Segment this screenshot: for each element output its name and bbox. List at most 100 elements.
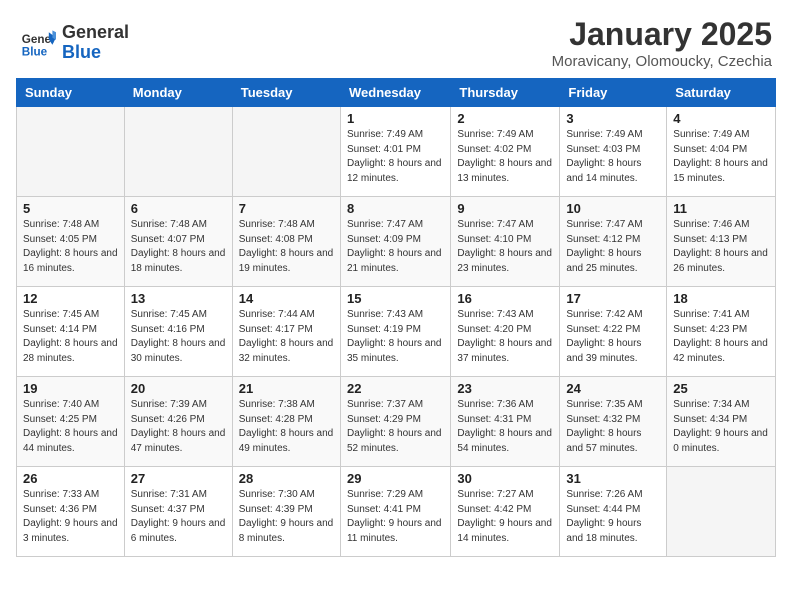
day-cell-13: 13 Sunrise: 7:45 AMSunset: 4:16 PMDayligh… bbox=[124, 287, 232, 377]
day-cell-empty bbox=[17, 107, 125, 197]
weekday-header-saturday: Saturday bbox=[667, 79, 776, 107]
day-cell-18: 18 Sunrise: 7:41 AMSunset: 4:23 PMDayligh… bbox=[667, 287, 776, 377]
week-row-5: 26 Sunrise: 7:33 AMSunset: 4:36 PMDayligh… bbox=[17, 467, 776, 557]
day-cell-20: 20Sunrise: 7:39 AMSunset: 4:26 PMDayligh… bbox=[124, 377, 232, 467]
day-number: 13 bbox=[131, 291, 226, 306]
day-cell-11: 11 Sunrise: 7:46 AMSunset: 4:13 PMDayligh… bbox=[667, 197, 776, 287]
day-number: 16 bbox=[457, 291, 553, 306]
day-cell-27: 27 Sunrise: 7:31 AMSunset: 4:37 PMDayligh… bbox=[124, 467, 232, 557]
day-cell-23: 23Sunrise: 7:36 AMSunset: 4:31 PMDayligh… bbox=[451, 377, 560, 467]
day-cell-empty bbox=[124, 107, 232, 197]
week-row-3: 12Sunrise: 7:45 AMSunset: 4:14 PMDayligh… bbox=[17, 287, 776, 377]
day-number: 28 bbox=[239, 471, 334, 486]
day-number: 15 bbox=[347, 291, 444, 306]
day-info: Sunrise: 7:48 AMSunset: 4:07 PMDaylight:… bbox=[131, 218, 226, 276]
logo-line1: General bbox=[62, 23, 129, 43]
day-cell-10: 10 Sunrise: 7:47 AMSunset: 4:12 PMDayligh… bbox=[560, 197, 667, 287]
day-number: 23 bbox=[457, 381, 553, 396]
day-info: Sunrise: 7:35 AMSunset: 4:32 PMDaylight:… bbox=[566, 398, 660, 456]
day-cell-26: 26 Sunrise: 7:33 AMSunset: 4:36 PMDayligh… bbox=[17, 467, 125, 557]
day-info: Sunrise: 7:46 AMSunset: 4:13 PMDaylight:… bbox=[673, 218, 769, 276]
day-number: 5 bbox=[23, 201, 118, 216]
day-info: Sunrise: 7:27 AMSunset: 4:42 PMDaylight:… bbox=[457, 488, 553, 546]
logo-line2: Blue bbox=[62, 43, 129, 63]
day-number: 14 bbox=[239, 291, 334, 306]
day-info: Sunrise: 7:49 AMSunset: 4:04 PMDaylight:… bbox=[673, 128, 769, 186]
day-info: Sunrise: 7:43 AMSunset: 4:20 PMDaylight:… bbox=[457, 308, 553, 366]
day-number: 26 bbox=[23, 471, 118, 486]
day-cell-29: 29 Sunrise: 7:29 AMSunset: 4:41 PMDayligh… bbox=[340, 467, 450, 557]
day-cell-17: 17 Sunrise: 7:42 AMSunset: 4:22 PMDayligh… bbox=[560, 287, 667, 377]
day-info: Sunrise: 7:33 AMSunset: 4:36 PMDaylight:… bbox=[23, 488, 118, 546]
day-number: 1 bbox=[347, 111, 444, 126]
day-cell-2: 2Sunrise: 7:49 AMSunset: 4:02 PMDaylight… bbox=[451, 107, 560, 197]
weekday-header-thursday: Thursday bbox=[451, 79, 560, 107]
day-info: Sunrise: 7:39 AMSunset: 4:26 PMDaylight:… bbox=[131, 398, 226, 456]
day-cell-8: 8 Sunrise: 7:47 AMSunset: 4:09 PMDaylight… bbox=[340, 197, 450, 287]
day-info: Sunrise: 7:34 AMSunset: 4:34 PMDaylight:… bbox=[673, 398, 769, 456]
location-subtitle: Moravicany, Olomoucky, Czechia bbox=[552, 53, 772, 70]
day-info: Sunrise: 7:41 AMSunset: 4:23 PMDaylight:… bbox=[673, 308, 769, 366]
day-cell-1: 1 Sunrise: 7:49 AMSunset: 4:01 PMDaylight… bbox=[340, 107, 450, 197]
day-number: 9 bbox=[457, 201, 553, 216]
day-info: Sunrise: 7:29 AMSunset: 4:41 PMDaylight:… bbox=[347, 488, 444, 546]
day-number: 27 bbox=[131, 471, 226, 486]
week-row-1: 1 Sunrise: 7:49 AMSunset: 4:01 PMDaylight… bbox=[17, 107, 776, 197]
day-number: 10 bbox=[566, 201, 660, 216]
day-cell-31: 31 Sunrise: 7:26 AMSunset: 4:44 PMDayligh… bbox=[560, 467, 667, 557]
day-info: Sunrise: 7:47 AMSunset: 4:12 PMDaylight:… bbox=[566, 218, 660, 276]
day-cell-5: 5 Sunrise: 7:48 AMSunset: 4:05 PMDaylight… bbox=[17, 197, 125, 287]
day-info: Sunrise: 7:49 AMSunset: 4:01 PMDaylight:… bbox=[347, 128, 444, 186]
day-cell-21: 21 Sunrise: 7:38 AMSunset: 4:28 PMDayligh… bbox=[232, 377, 340, 467]
day-info: Sunrise: 7:31 AMSunset: 4:37 PMDaylight:… bbox=[131, 488, 226, 546]
day-cell-25: 25 Sunrise: 7:34 AMSunset: 4:34 PMDayligh… bbox=[667, 377, 776, 467]
day-number: 31 bbox=[566, 471, 660, 486]
day-cell-6: 6 Sunrise: 7:48 AMSunset: 4:07 PMDaylight… bbox=[124, 197, 232, 287]
day-info: Sunrise: 7:45 AMSunset: 4:14 PMDaylight:… bbox=[23, 308, 118, 366]
day-number: 19 bbox=[23, 381, 118, 396]
calendar-wrapper: SundayMondayTuesdayWednesdayThursdayFrid… bbox=[0, 78, 792, 565]
day-number: 22 bbox=[347, 381, 444, 396]
day-number: 17 bbox=[566, 291, 660, 306]
day-info: Sunrise: 7:40 AMSunset: 4:25 PMDaylight:… bbox=[23, 398, 118, 456]
day-cell-3: 3Sunrise: 7:49 AMSunset: 4:03 PMDaylight… bbox=[560, 107, 667, 197]
day-number: 21 bbox=[239, 381, 334, 396]
day-number: 6 bbox=[131, 201, 226, 216]
day-number: 4 bbox=[673, 111, 769, 126]
day-cell-9: 9 Sunrise: 7:47 AMSunset: 4:10 PMDaylight… bbox=[451, 197, 560, 287]
day-number: 30 bbox=[457, 471, 553, 486]
day-info: Sunrise: 7:42 AMSunset: 4:22 PMDaylight:… bbox=[566, 308, 660, 366]
day-info: Sunrise: 7:48 AMSunset: 4:05 PMDaylight:… bbox=[23, 218, 118, 276]
day-info: Sunrise: 7:47 AMSunset: 4:09 PMDaylight:… bbox=[347, 218, 444, 276]
day-number: 24 bbox=[566, 381, 660, 396]
calendar-header: SundayMondayTuesdayWednesdayThursdayFrid… bbox=[17, 79, 776, 107]
day-cell-24: 24 Sunrise: 7:35 AMSunset: 4:32 PMDayligh… bbox=[560, 377, 667, 467]
day-info: Sunrise: 7:47 AMSunset: 4:10 PMDaylight:… bbox=[457, 218, 553, 276]
logo: General Blue General Blue bbox=[20, 23, 129, 63]
page-header: General Blue General Blue January 2025 M… bbox=[0, 0, 792, 78]
day-cell-15: 15Sunrise: 7:43 AMSunset: 4:19 PMDayligh… bbox=[340, 287, 450, 377]
day-cell-14: 14Sunrise: 7:44 AMSunset: 4:17 PMDayligh… bbox=[232, 287, 340, 377]
day-info: Sunrise: 7:38 AMSunset: 4:28 PMDaylight:… bbox=[239, 398, 334, 456]
logo-icon: General Blue bbox=[20, 25, 56, 61]
month-title: January 2025 bbox=[552, 16, 772, 53]
day-cell-4: 4 Sunrise: 7:49 AMSunset: 4:04 PMDaylight… bbox=[667, 107, 776, 197]
day-number: 25 bbox=[673, 381, 769, 396]
day-cell-7: 7Sunrise: 7:48 AMSunset: 4:08 PMDaylight… bbox=[232, 197, 340, 287]
week-row-2: 5 Sunrise: 7:48 AMSunset: 4:05 PMDaylight… bbox=[17, 197, 776, 287]
calendar-table: SundayMondayTuesdayWednesdayThursdayFrid… bbox=[16, 78, 776, 557]
day-info: Sunrise: 7:49 AMSunset: 4:03 PMDaylight:… bbox=[566, 128, 660, 186]
title-block: January 2025 Moravicany, Olomoucky, Czec… bbox=[552, 16, 772, 70]
day-number: 29 bbox=[347, 471, 444, 486]
day-cell-30: 30 Sunrise: 7:27 AMSunset: 4:42 PMDayligh… bbox=[451, 467, 560, 557]
day-number: 8 bbox=[347, 201, 444, 216]
week-row-4: 19 Sunrise: 7:40 AMSunset: 4:25 PMDayligh… bbox=[17, 377, 776, 467]
day-info: Sunrise: 7:26 AMSunset: 4:44 PMDaylight:… bbox=[566, 488, 660, 546]
day-info: Sunrise: 7:45 AMSunset: 4:16 PMDaylight:… bbox=[131, 308, 226, 366]
day-number: 11 bbox=[673, 201, 769, 216]
weekday-header-wednesday: Wednesday bbox=[340, 79, 450, 107]
day-number: 18 bbox=[673, 291, 769, 306]
day-cell-22: 22Sunrise: 7:37 AMSunset: 4:29 PMDayligh… bbox=[340, 377, 450, 467]
weekday-header-monday: Monday bbox=[124, 79, 232, 107]
day-cell-12: 12Sunrise: 7:45 AMSunset: 4:14 PMDayligh… bbox=[17, 287, 125, 377]
